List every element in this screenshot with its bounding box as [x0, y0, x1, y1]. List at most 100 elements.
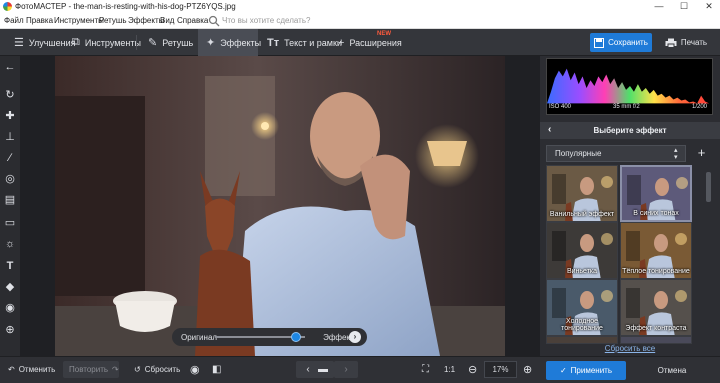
new-badge: NEW	[377, 31, 391, 37]
red-eye-icon[interactable]: ◉	[0, 299, 20, 317]
updown-icon: ▴ ▾	[674, 147, 678, 161]
app-logo-icon	[3, 2, 12, 11]
ratio-button[interactable]: 1:1	[444, 356, 455, 383]
back-arrow-icon[interactable]: ←	[0, 58, 20, 76]
light-icon[interactable]: ☼	[0, 235, 20, 253]
tab-retouch[interactable]: ✎ Ретушь	[140, 29, 201, 56]
effect-thumbnail[interactable]: Ванильный эффект	[546, 165, 618, 222]
effect-thumbnail-label: Тёплое тонирование	[622, 268, 690, 275]
menu-bar: Файл Правка Инструменты Ретушь Эффекты В…	[0, 13, 720, 29]
effect-thumbnail[interactable]: Виньетка	[546, 222, 618, 279]
undo-label: Отменить	[18, 365, 56, 374]
rotate-icon[interactable]: ↻	[0, 86, 20, 104]
effect-thumbnail[interactable]: Эффект контраста	[620, 279, 692, 336]
save-button[interactable]: Сохранить	[590, 33, 652, 52]
healing-patch-icon[interactable]: ✚	[0, 107, 20, 125]
redo-button[interactable]: Повторить ↷	[63, 361, 119, 378]
menu-item-view[interactable]: Вид	[160, 16, 174, 25]
effect-preview-image	[547, 337, 617, 343]
radial-filter-icon[interactable]: ◎	[0, 170, 20, 188]
zoom-out-icon[interactable]: ⊖	[468, 356, 477, 383]
effect-thumbnail[interactable]: Тёплое тонирование	[620, 222, 692, 279]
folder-icon[interactable]: ▬	[312, 361, 334, 378]
next-image-button[interactable]: ›	[334, 361, 358, 378]
cancel-button[interactable]: Отмена	[640, 361, 704, 380]
vignette-icon[interactable]: ▭	[0, 214, 20, 232]
iso-value: ISO 400	[549, 104, 572, 110]
fit-screen-icon[interactable]: ⛶	[422, 356, 429, 383]
maximize-icon[interactable]: ☐	[677, 1, 691, 12]
compare-slider-handle[interactable]	[291, 332, 301, 342]
add-effect-button[interactable]: +	[693, 145, 710, 162]
menu-item-edit[interactable]: Правка	[26, 16, 53, 25]
tab-extensions[interactable]: + Расширения	[330, 29, 410, 56]
effect-thumbnail-label: В синих тонах	[633, 210, 679, 217]
original-label: Оригинал	[181, 332, 218, 342]
before-after-icon[interactable]: ◧	[212, 356, 221, 383]
reset-all-link[interactable]: Сбросить все	[540, 344, 720, 353]
floppy-icon	[594, 37, 605, 48]
effect-thumbnail[interactable]: Холодное тонирование	[546, 279, 618, 336]
brush-icon: ✎	[148, 37, 158, 49]
search-input[interactable]: Что вы хотите сделать?	[222, 16, 310, 25]
tab-effects[interactable]: ✦ Эффекты	[198, 29, 262, 56]
redo-icon: ↷	[112, 365, 119, 374]
eye-icon[interactable]: ◉	[190, 356, 200, 383]
tab-label: Ретушь	[162, 37, 194, 48]
effect-preview-image	[621, 337, 691, 343]
effect-thumbnail-label: Ванильный эффект	[549, 211, 615, 218]
undo-icon: ↶	[8, 365, 15, 374]
text-icon[interactable]: T	[0, 257, 20, 275]
tab-label: Инструменты	[84, 37, 141, 48]
printer-icon	[665, 38, 677, 48]
tab-label: Расширения	[349, 37, 402, 48]
apply-button[interactable]: ✓ Применить	[546, 361, 626, 380]
search-icon[interactable]	[208, 15, 220, 27]
effect-category-select[interactable]: Популярные ▴ ▾	[546, 145, 686, 162]
tab-label: Эффекты	[220, 37, 262, 48]
effect-thumbnail[interactable]	[620, 336, 692, 344]
print-label: Печать	[680, 38, 708, 47]
lens-value: 35 mm f/2	[613, 104, 640, 110]
stamp-icon[interactable]: ⊥	[0, 128, 20, 146]
save-label: Сохранить	[608, 38, 648, 47]
text-icon: Tт	[267, 36, 280, 49]
zoom-input[interactable]: 17%	[484, 361, 517, 378]
reset-icon: ↺	[134, 365, 141, 374]
effect-thumbnail-label: Эффект контраста	[625, 325, 687, 332]
effect-thumbnail[interactable]: В синих тонах	[620, 165, 692, 222]
brush-icon[interactable]: ∕	[0, 149, 20, 167]
menu-item-help[interactable]: Справка	[177, 16, 208, 25]
effect-thumbnail-label: Виньетка	[566, 268, 598, 275]
zoom-in-icon[interactable]: ⊕	[523, 356, 532, 383]
toolbar-divider	[136, 35, 137, 50]
menu-item-retouch[interactable]: Ретушь	[99, 16, 127, 25]
menu-item-file[interactable]: Файл	[4, 16, 24, 25]
effects-scrollbar-thumb[interactable]	[706, 172, 711, 202]
undo-button[interactable]: ↶ Отменить	[8, 356, 55, 383]
redo-label: Повторить	[69, 365, 109, 374]
effects-header: ‹ Выберите эффект	[540, 122, 720, 139]
menu-item-effects[interactable]: Эффекты	[128, 16, 164, 25]
minimize-icon[interactable]: —	[652, 1, 666, 12]
crop-icon: ⧉	[72, 36, 80, 48]
chevron-right-icon[interactable]: ›	[349, 331, 361, 343]
reset-button[interactable]: ↺ Сбросить	[134, 356, 180, 383]
photo-preview[interactable]	[55, 56, 505, 356]
close-icon[interactable]: ✕	[702, 1, 716, 12]
print-button[interactable]: Печать	[656, 33, 716, 52]
check-icon: ✓	[559, 366, 567, 375]
effect-thumbnail[interactable]	[546, 336, 618, 344]
fill-icon[interactable]: ◆	[0, 278, 20, 296]
shutter-value: 1/200	[692, 104, 708, 110]
title-bar: ФотоМАСТЕР - the-man-is-resting-with-his…	[0, 0, 720, 13]
category-value: Популярные	[555, 149, 602, 158]
menu-item-tools[interactable]: Инструменты	[54, 16, 104, 25]
magic-wand-icon: ✦	[206, 37, 216, 49]
effect-thumbnail-label: Холодное тонирование	[561, 318, 603, 332]
reset-label: Сбросить	[144, 365, 181, 374]
target-icon[interactable]: ⊕	[0, 321, 20, 339]
plus-icon: +	[338, 36, 345, 49]
effects-title: Выберите эффект	[593, 126, 667, 135]
gradient-filter-icon[interactable]: ▤	[0, 191, 20, 209]
